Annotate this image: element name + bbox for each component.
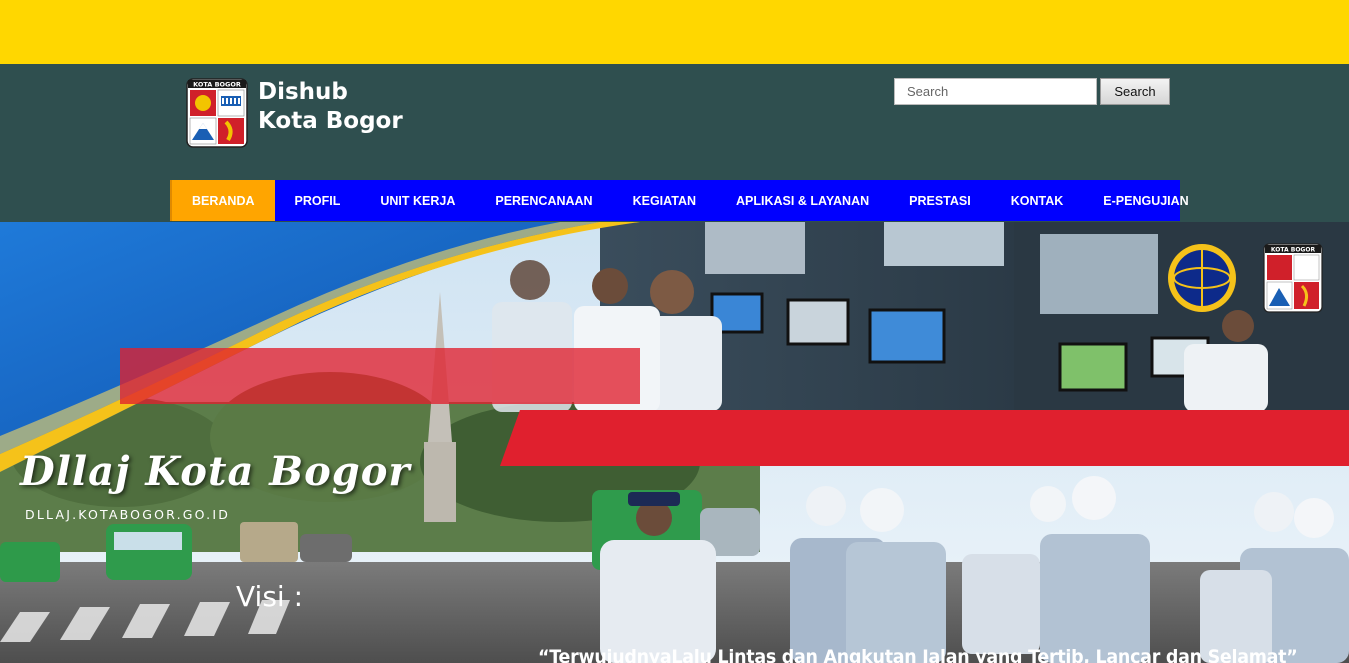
- nav-item-aplikasi-layanan[interactable]: APLIKASI & LAYANAN: [716, 180, 889, 221]
- logo-text: KOTA BOGOR: [193, 81, 241, 89]
- emblem-text: KOTA BOGOR: [1271, 247, 1316, 254]
- nav-item-profil[interactable]: PROFIL: [275, 180, 361, 221]
- visi-statement: “TerwujudnyaLalu Lintas dan Angkutan Jal…: [538, 646, 1298, 663]
- nav-item-kegiatan[interactable]: KEGIATAN: [613, 180, 716, 221]
- banner-artwork: KOTA BOGOR: [0, 222, 1349, 663]
- nav-item-unit-kerja[interactable]: UNIT KERJA: [360, 180, 475, 221]
- site-title-line2: Kota Bogor: [258, 108, 403, 134]
- motto-band: [500, 410, 1349, 466]
- dishub-emblem: [1168, 244, 1236, 312]
- nav-item-perencanaan[interactable]: PERENCANAAN: [475, 180, 612, 221]
- search-input[interactable]: [894, 78, 1097, 105]
- kota-bogor-emblem: KOTA BOGOR: [1263, 243, 1323, 313]
- banner-title: Dllaj Kota Bogor: [20, 448, 411, 495]
- search-button[interactable]: Search: [1100, 78, 1170, 105]
- top-yellow-strip: [0, 0, 1349, 64]
- visi-band: [120, 348, 640, 404]
- nav-item-kontak[interactable]: KONTAK: [991, 180, 1084, 221]
- hero-banner[interactable]: KOTA BOGOR Dllaj Kota Bogor DLLAJ.KOTABO…: [0, 222, 1349, 663]
- kota-bogor-logo[interactable]: KOTA BOGOR: [186, 78, 248, 148]
- site-title[interactable]: Dishub Kota Bogor: [258, 78, 403, 136]
- nav-item-beranda[interactable]: BERANDA: [170, 180, 275, 221]
- banner-url: DLLAJ.KOTABOGOR.GO.ID: [25, 507, 231, 522]
- nav-item-e-pengujian[interactable]: E-PENGUJIAN: [1083, 180, 1208, 221]
- nav-item-prestasi[interactable]: PRESTASI: [889, 180, 991, 221]
- visi-label: Visi :: [236, 580, 304, 613]
- main-nav: BERANDA PROFIL UNIT KERJA PERENCANAAN KE…: [170, 180, 1189, 221]
- site-title-line1: Dishub: [258, 79, 348, 105]
